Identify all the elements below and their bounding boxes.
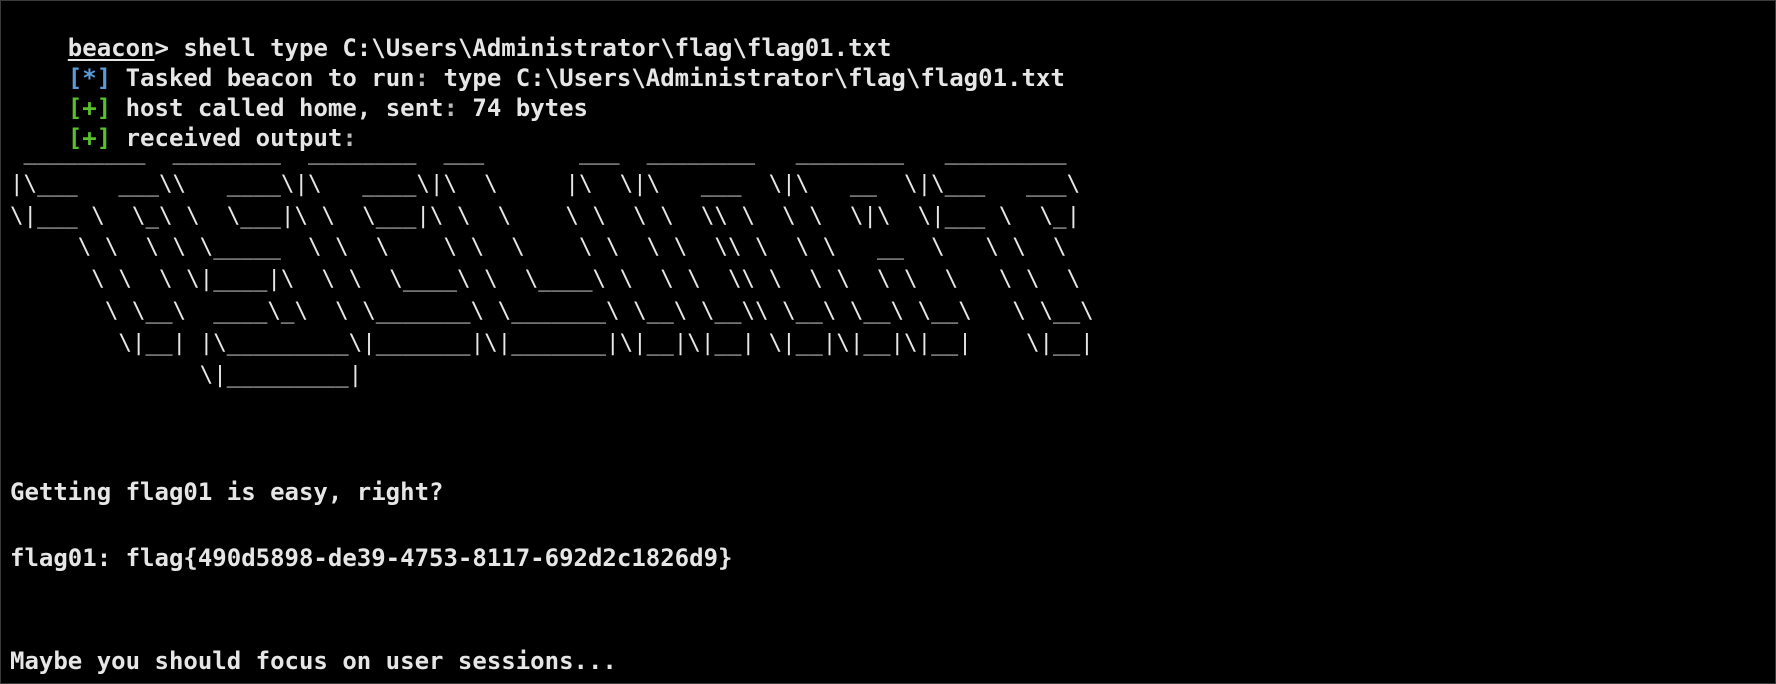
output-message: Getting flag01 is easy, right?	[10, 478, 444, 506]
status-line-tasked: [*] Tasked beacon to run: type C:\Users\…	[10, 27, 1065, 92]
status-detail: 74 bytes	[457, 94, 588, 122]
hint-output: Maybe you should focus on user sessions.…	[10, 647, 617, 675]
flag-output: flag01: flag{490d5898-de39-4753-8117-692…	[10, 544, 733, 572]
ascii-banner: _________ ________ ________ ___ ___ ____…	[10, 139, 1094, 388]
status-separator: :	[443, 94, 458, 122]
terminal-window[interactable]: beacon> shell type C:\Users\Administrato…	[0, 0, 1776, 684]
status-line-output: [+] received output:	[10, 87, 357, 152]
status-line-host: [+] host called home, sent: 74 bytes	[10, 57, 588, 122]
